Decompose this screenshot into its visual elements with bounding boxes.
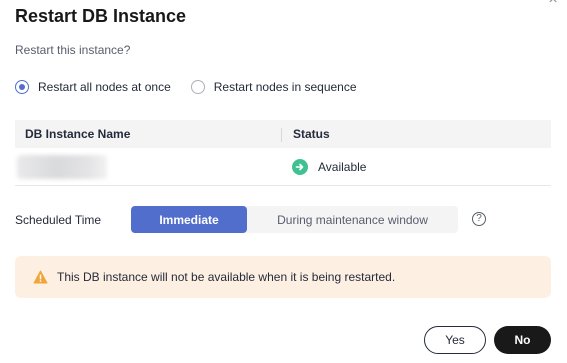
- radio-label: Restart all nodes at once: [38, 80, 171, 94]
- yes-button[interactable]: Yes: [424, 326, 486, 354]
- restart-mode-radio-group: Restart all nodes at once Restart nodes …: [15, 80, 377, 94]
- warning-alert: This DB instance will not be available w…: [15, 256, 551, 298]
- arrow-right-circle-icon: [292, 158, 308, 175]
- table-row: Available: [15, 148, 551, 186]
- help-icon[interactable]: ?: [472, 212, 486, 226]
- dialog-title: Restart DB Instance: [15, 6, 187, 26]
- restart-dialog: × Restart DB Instance Restart this insta…: [0, 0, 567, 363]
- status-text: Available: [318, 159, 367, 174]
- column-header-status: Status: [293, 127, 330, 141]
- redacted-instance-name: [17, 154, 107, 179]
- radio-checked-icon: [15, 80, 29, 94]
- radio-label: Restart nodes in sequence: [213, 80, 357, 94]
- instance-table: DB Instance Name Status Available: [15, 120, 551, 186]
- scheduled-time-toggle: Immediate During maintenance window: [131, 206, 458, 233]
- scheduled-time-label: Scheduled Time: [15, 213, 102, 227]
- alert-message: This DB instance will not be available w…: [57, 270, 396, 284]
- table-header: DB Instance Name Status: [15, 120, 551, 148]
- dialog-subtitle: Restart this instance?: [15, 43, 131, 57]
- warning-triangle-icon: [33, 270, 48, 284]
- radio-unchecked-icon: [190, 80, 205, 94]
- close-icon[interactable]: ×: [545, 0, 561, 8]
- no-button[interactable]: No: [494, 326, 551, 354]
- radio-restart-all-nodes[interactable]: Restart all nodes at once: [15, 80, 171, 94]
- status-cell: Available: [282, 158, 367, 175]
- maintenance-window-option[interactable]: During maintenance window: [243, 206, 458, 233]
- instance-name-cell: [15, 154, 282, 179]
- immediate-option[interactable]: Immediate: [131, 206, 247, 233]
- column-header-instance-name: DB Instance Name: [15, 127, 282, 142]
- radio-restart-nodes-sequence[interactable]: Restart nodes in sequence: [190, 80, 357, 94]
